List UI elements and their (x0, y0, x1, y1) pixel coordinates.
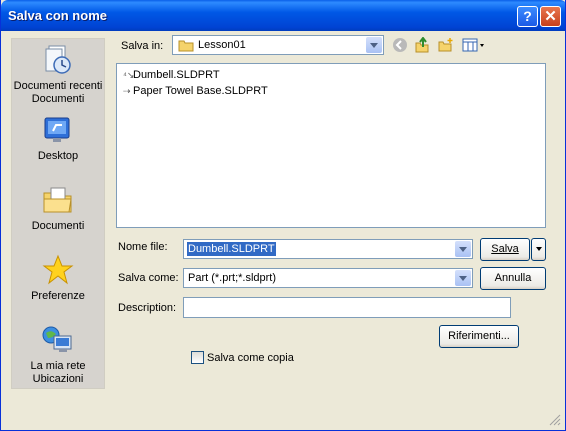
save-in-label: Salva in: (121, 40, 163, 52)
cancel-button-label: Annulla (494, 272, 532, 284)
description-label-text: Description: (118, 302, 177, 314)
sw-part-icon: ⁴↘ (123, 70, 135, 80)
help-button[interactable]: ? (517, 6, 538, 27)
place-favorites[interactable]: Preferenze (12, 253, 104, 303)
view-menu-icon[interactable] (461, 37, 487, 55)
save-as-copy-label[interactable]: Salva come copia (207, 352, 294, 364)
up-folder-icon[interactable] (413, 36, 431, 55)
chevron-down-icon (535, 247, 542, 252)
filename-value: Dumbell.SLDPRT (187, 242, 276, 256)
title-bar[interactable]: Salva con nome ? ✕ (1, 0, 565, 31)
chevron-down-icon[interactable] (455, 241, 471, 257)
save-options-button[interactable] (531, 238, 546, 261)
place-label: Desktop (37, 150, 79, 162)
place-label: La mia rete (30, 360, 86, 372)
save-as-type-value: Part (*.prt;*.sldprt) (188, 272, 277, 284)
file-name: Paper Towel Base.SLDPRT (133, 85, 268, 97)
place-desktop[interactable]: Desktop (12, 113, 104, 163)
description-label: Description: (118, 302, 176, 314)
references-button[interactable]: Riferimenti... (439, 325, 519, 348)
place-label: Preferenze (31, 290, 85, 302)
save-as-copy-checkbox[interactable] (191, 351, 204, 364)
place-label: Documenti (31, 220, 85, 232)
save-as-copy-label-text: Salva come copia (207, 352, 294, 364)
desktop-icon (44, 117, 70, 142)
save-button[interactable]: Salva (480, 238, 530, 261)
dialog-title: Salva con nome (8, 8, 107, 23)
places-bar: Documenti recenti Documenti Desktop Docu… (11, 38, 105, 389)
place-documents[interactable]: Documenti (12, 183, 104, 233)
save-button-label: Salva (491, 243, 519, 255)
place-label-2: Documenti (31, 93, 85, 105)
chevron-down-icon[interactable] (455, 270, 471, 286)
list-item[interactable]: ⁴↘Dumbell.SLDPRT (123, 69, 220, 81)
save-as-type-label: Salva come: (118, 272, 179, 284)
place-label-2: Ubicazioni (32, 373, 84, 385)
close-button[interactable]: ✕ (540, 6, 561, 27)
filename-label-text: Nome file: (118, 241, 168, 253)
place-recent-documents[interactable]: Documenti recenti Documenti (12, 43, 104, 106)
recent-documents-icon (45, 45, 71, 74)
description-input[interactable] (183, 297, 511, 318)
favorites-star-icon (42, 254, 74, 285)
save-as-type-select[interactable]: Part (*.prt;*.sldprt) (183, 268, 473, 288)
filename-input[interactable]: Dumbell.SLDPRT (183, 239, 473, 259)
file-list[interactable]: ⁴↘Dumbell.SLDPRT ⇢ Paper Towel Base.SLDPR… (116, 63, 546, 228)
save-as-type-label-text: Salva come: (118, 272, 179, 284)
save-in-combo[interactable]: Lesson01 (172, 35, 384, 55)
filename-label: Nome file: (118, 241, 168, 253)
folder-icon (178, 40, 194, 52)
place-label: Documenti recenti (13, 80, 103, 92)
resize-grip-icon[interactable] (549, 414, 561, 426)
chevron-down-icon[interactable] (366, 37, 382, 53)
new-folder-icon[interactable] (437, 37, 455, 55)
documents-folder-icon (43, 187, 72, 213)
file-name: Dumbell.SLDPRT (133, 69, 220, 81)
list-item[interactable]: ⇢ Paper Towel Base.SLDPRT (123, 85, 268, 97)
references-button-label: Riferimenti... (448, 330, 510, 342)
save-in-label-text: Salva in: (121, 40, 164, 52)
save-as-dialog: Salva con nome ? ✕ Documenti recenti Doc… (0, 0, 566, 431)
back-icon[interactable] (391, 37, 409, 55)
place-network[interactable]: La mia rete Ubicazioni (12, 323, 104, 386)
sw-part-icon: ⇢ (123, 86, 131, 96)
cancel-button[interactable]: Annulla (480, 267, 546, 290)
save-in-value: Lesson01 (198, 39, 246, 51)
network-icon (42, 326, 72, 352)
